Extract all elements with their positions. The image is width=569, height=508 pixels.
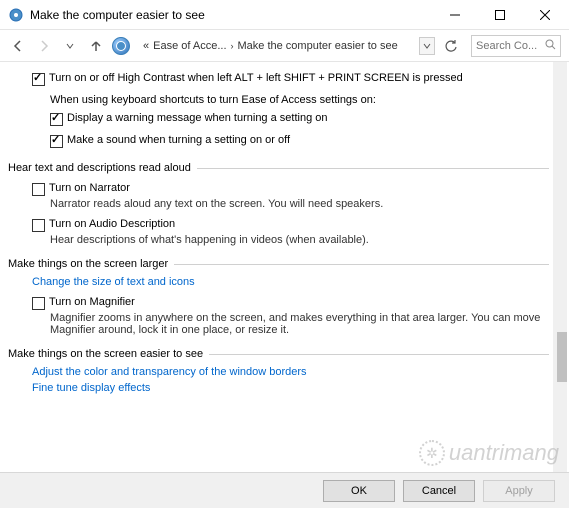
window-title: Make the computer easier to see: [30, 8, 432, 22]
sub-heading: When using keyboard shortcuts to turn Ea…: [8, 94, 549, 106]
option-high-contrast: Turn on or off High Contrast when left A…: [8, 70, 549, 88]
section-title: Make things on the screen easier to see: [8, 348, 209, 360]
checkbox-warn[interactable]: [50, 113, 63, 126]
search-input[interactable]: [476, 40, 556, 52]
option-narrator: Turn on Narrator: [8, 180, 549, 198]
divider: [174, 264, 549, 265]
forward-button[interactable]: [34, 36, 54, 56]
apply-button: Apply: [483, 480, 555, 502]
address-dropdown[interactable]: [419, 37, 435, 55]
ok-button[interactable]: OK: [323, 480, 395, 502]
breadcrumb-prefix: «: [143, 40, 149, 52]
control-panel-icon: [112, 37, 130, 55]
divider: [209, 354, 549, 355]
description: Hear descriptions of what's happening in…: [8, 234, 549, 246]
description: Narrator reads aloud any text on the scr…: [8, 198, 549, 210]
search-box[interactable]: [471, 35, 561, 57]
up-button[interactable]: [86, 36, 106, 56]
link-change-size[interactable]: Change the size of text and icons: [8, 276, 549, 288]
button-bar: OK Cancel Apply: [0, 472, 569, 508]
section-title: Hear text and descriptions read aloud: [8, 162, 197, 174]
checkbox-high-contrast[interactable]: [32, 73, 45, 86]
close-button[interactable]: [522, 1, 567, 29]
breadcrumb[interactable]: « Ease of Acce... › Make the computer ea…: [136, 36, 413, 56]
description: Magnifier zooms in anywhere on the scree…: [8, 312, 549, 336]
label: Turn on Narrator: [49, 182, 130, 194]
toolbar: « Ease of Acce... › Make the computer ea…: [0, 30, 569, 62]
section-larger: Make things on the screen larger Change …: [8, 258, 549, 336]
link-fine-tune[interactable]: Fine tune display effects: [8, 382, 549, 394]
label: Turn on Audio Description: [49, 218, 175, 230]
chevron-right-icon: ›: [231, 41, 234, 51]
label: Turn on or off High Contrast when left A…: [49, 72, 463, 84]
link-adjust-color[interactable]: Adjust the color and transparency of the…: [8, 366, 549, 378]
option-sound: Make a sound when turning a setting on o…: [8, 132, 549, 150]
title-bar: Make the computer easier to see: [0, 0, 569, 30]
recent-dropdown[interactable]: [60, 36, 80, 56]
option-warn: Display a warning message when turning a…: [8, 110, 549, 128]
option-audio-desc: Turn on Audio Description: [8, 216, 549, 234]
back-button[interactable]: [8, 36, 28, 56]
content-area: Turn on or off High Contrast when left A…: [0, 62, 569, 476]
label: Display a warning message when turning a…: [67, 112, 327, 124]
breadcrumb-item[interactable]: Make the computer easier to see: [238, 40, 398, 52]
breadcrumb-item[interactable]: Ease of Acce...: [153, 40, 226, 52]
section-title: Make things on the screen larger: [8, 258, 174, 270]
cancel-button[interactable]: Cancel: [403, 480, 475, 502]
checkbox-audio-desc[interactable]: [32, 219, 45, 232]
divider: [197, 168, 549, 169]
app-icon: [8, 7, 24, 23]
option-magnifier: Turn on Magnifier: [8, 294, 549, 312]
minimize-button[interactable]: [432, 1, 477, 29]
label: Make a sound when turning a setting on o…: [67, 134, 290, 146]
label: Turn on Magnifier: [49, 296, 135, 308]
section-easier: Make things on the screen easier to see …: [8, 348, 549, 394]
scrollbar-thumb[interactable]: [557, 332, 567, 382]
checkbox-magnifier[interactable]: [32, 297, 45, 310]
refresh-button[interactable]: [441, 36, 461, 56]
scrollbar[interactable]: [553, 62, 567, 476]
checkbox-narrator[interactable]: [32, 183, 45, 196]
maximize-button[interactable]: [477, 1, 522, 29]
checkbox-sound[interactable]: [50, 135, 63, 148]
section-hear: Hear text and descriptions read aloud Tu…: [8, 162, 549, 246]
search-icon: [545, 39, 556, 53]
